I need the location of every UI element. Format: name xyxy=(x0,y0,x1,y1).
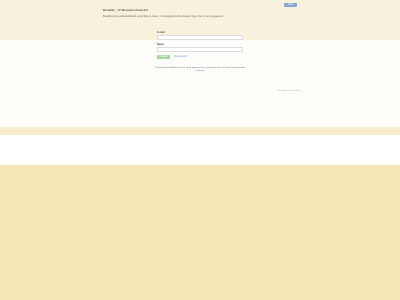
login-form: E-mail Naam Inloggen Wachtwoord? xyxy=(157,31,243,59)
side-note: Breakfly Inc. Nederland xyxy=(278,90,301,92)
footer-area xyxy=(0,165,400,300)
email-field[interactable] xyxy=(157,35,243,40)
page-title: Breakfly - 17 Mercatorstraat Ant xyxy=(103,8,149,12)
divider-stripe xyxy=(0,127,400,135)
submit-button[interactable]: Inloggen xyxy=(157,55,170,59)
password-field[interactable] xyxy=(157,47,243,52)
form-actions: Inloggen Wachtwoord? xyxy=(157,55,243,59)
facebook-like-button[interactable]: Like xyxy=(284,3,297,7)
white-band xyxy=(0,135,400,165)
forgot-password-link[interactable]: Wachtwoord? xyxy=(174,56,188,58)
notice-text: Om je data beschikbaar te zien op de pag… xyxy=(155,67,245,73)
intro-text: Breakfly is dé social dashboard e-mail l… xyxy=(103,15,224,18)
